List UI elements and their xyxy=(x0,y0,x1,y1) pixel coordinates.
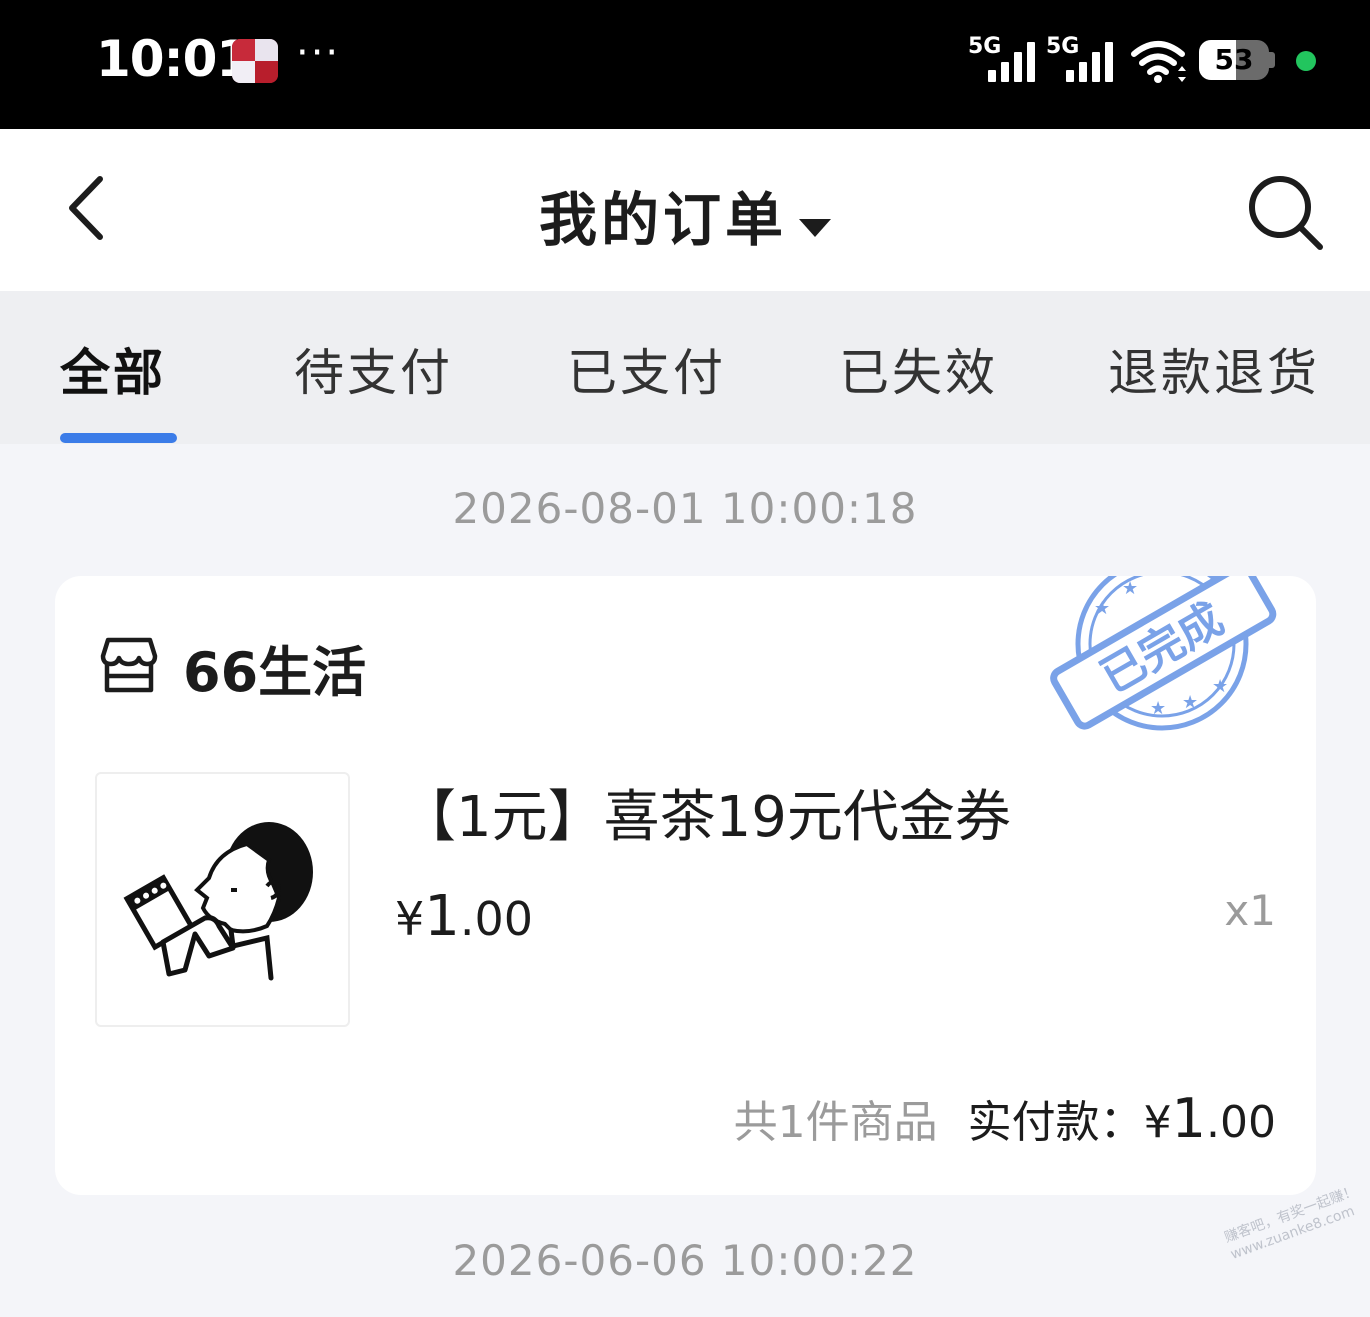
paid-decimal: .00 xyxy=(1206,1097,1276,1148)
paid-currency: ¥ xyxy=(1143,1097,1172,1148)
more-notifications-icon: ··· xyxy=(296,30,341,76)
title-dropdown[interactable]: 我的订单 xyxy=(0,173,1370,257)
app-header: 我的订单 xyxy=(0,129,1370,291)
svg-text:★: ★ xyxy=(1122,578,1138,599)
signal-5g-icon: 5G xyxy=(1046,34,1126,82)
sim1-label: 5G xyxy=(968,34,1002,59)
svg-text:★: ★ xyxy=(1212,676,1228,697)
product-price: ¥1.00 xyxy=(395,884,533,949)
wifi-icon xyxy=(1131,41,1186,83)
order-card[interactable]: 66生活 已完成 ★ ★ ★ ★ ★ 【1元】喜茶19元代金券 ¥1.00 x1… xyxy=(55,576,1316,1195)
product-name[interactable]: 【1元】喜茶19元代金券 xyxy=(400,772,1011,853)
price-integer: 1 xyxy=(424,884,460,949)
paid-integer: 1 xyxy=(1171,1087,1207,1150)
news-app-icon xyxy=(232,39,278,83)
tab-expired[interactable]: 已失效 xyxy=(839,333,998,405)
completed-stamp: 已完成 ★ ★ ★ ★ ★ xyxy=(1050,576,1277,731)
caret-down-icon[interactable] xyxy=(799,218,831,237)
price-decimal: .00 xyxy=(459,892,534,946)
battery-level: 53 xyxy=(1214,43,1254,76)
battery-cap xyxy=(1269,52,1275,68)
svg-text:★: ★ xyxy=(1150,698,1166,719)
product-thumbnail[interactable] xyxy=(95,772,350,1027)
svg-text:★: ★ xyxy=(1182,692,1198,713)
tab-refund-return[interactable]: 退款退货 xyxy=(1108,333,1320,405)
tab-paid[interactable]: 已支付 xyxy=(567,333,726,405)
tab-all[interactable]: 全部 xyxy=(60,333,166,405)
heytea-logo xyxy=(123,822,313,981)
privacy-indicator-dot xyxy=(1296,51,1316,71)
price-currency: ¥ xyxy=(395,892,425,946)
paid-label: 实付款： xyxy=(967,1097,1144,1148)
tab-pending-payment[interactable]: 待支付 xyxy=(294,333,453,405)
svg-text:★: ★ xyxy=(1094,598,1110,619)
sim2-label: 5G xyxy=(1046,34,1080,59)
product-quantity: x1 xyxy=(1224,886,1276,935)
battery-icon: 53 xyxy=(1199,40,1269,80)
active-tab-indicator xyxy=(60,433,177,443)
order-date: 2026-06-06 10:00:22 xyxy=(452,1236,918,1285)
order-summary: 共1件商品 实付款：¥1.00 xyxy=(734,1086,1276,1150)
status-time: 10:01 xyxy=(96,30,251,88)
store-name[interactable]: 66生活 xyxy=(183,628,366,707)
store-icon xyxy=(100,637,158,693)
order-status-tabs: 全部 待支付 已支付 已失效 退款退货 xyxy=(0,291,1370,444)
status-bar: 10:01 ··· 5G 5G 53 xyxy=(0,0,1370,129)
order-date: 2026-08-01 10:00:18 xyxy=(452,484,918,533)
item-count: 共1件商品 xyxy=(733,1097,938,1148)
signal-5g-icon: 5G xyxy=(968,34,1048,82)
search-icon[interactable] xyxy=(1246,173,1326,253)
page-title[interactable]: 我的订单 xyxy=(539,186,787,254)
